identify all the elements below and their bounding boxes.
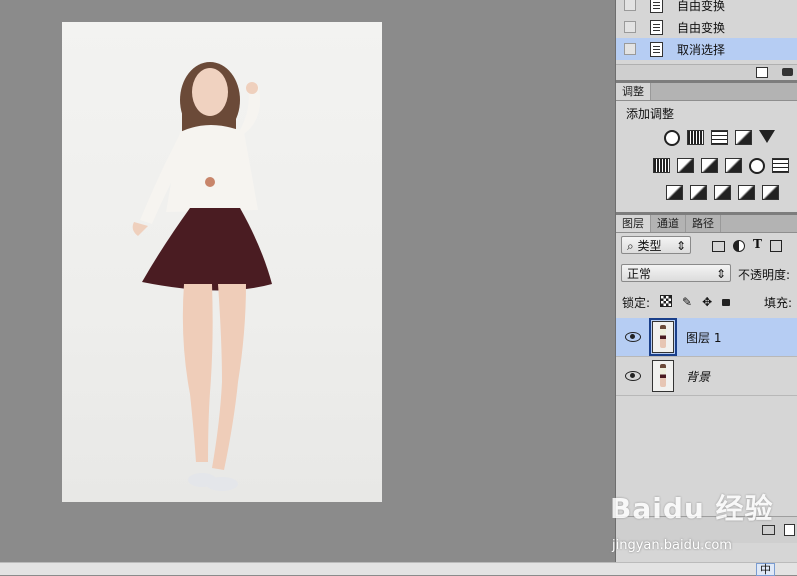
history-state-icon (650, 19, 663, 35)
threshold-icon[interactable] (714, 185, 731, 200)
adjustments-title: 添加调整 (626, 107, 675, 121)
select-arrow-icon: ⇕ (715, 267, 726, 281)
adjustments-row-1 (664, 130, 775, 146)
exposure-icon[interactable] (735, 130, 752, 145)
selective-color-icon[interactable] (762, 185, 779, 200)
layer-row-selected[interactable]: 图层 1 (616, 318, 797, 357)
lock-position-icon[interactable]: ✥ (702, 295, 712, 309)
shape-filter-icon[interactable] (769, 240, 782, 252)
history-item[interactable]: 自由变换 (616, 16, 797, 38)
visibility-eye-icon[interactable] (625, 371, 641, 381)
history-state-icon (650, 41, 663, 57)
opacity-label: 不透明度: (738, 268, 791, 282)
tab-channels[interactable]: 通道 (651, 215, 686, 232)
photo-filter-icon[interactable] (725, 158, 742, 173)
status-bar (0, 562, 797, 575)
new-document-from-state-icon[interactable] (756, 67, 768, 78)
history-item-label: 取消选择 (677, 42, 726, 57)
invert-icon[interactable] (666, 185, 683, 200)
layer-row[interactable]: 背景 (616, 357, 797, 396)
curves-icon[interactable] (711, 130, 728, 145)
baidu-watermark: Baidu 经验 (610, 492, 774, 525)
color-balance-icon[interactable] (677, 158, 694, 173)
history-item-label: 自由变换 (677, 20, 726, 35)
history-snapshot-checkbox[interactable] (624, 0, 636, 11)
history-snapshot-checkbox[interactable] (624, 43, 636, 55)
history-item-label: 自由变换 (677, 0, 726, 13)
layer-name[interactable]: 图层 1 (686, 329, 721, 346)
layer-thumbnail (649, 318, 677, 356)
layer-filter-value: 类型 (637, 239, 662, 253)
layers-tabbar: 图层 通道 路径 (616, 215, 797, 233)
watermark-url: jingyan.baidu.com (612, 538, 732, 553)
new-layer-icon[interactable] (784, 524, 795, 536)
gradient-map-icon[interactable] (738, 185, 755, 200)
select-arrow-icon: ⇕ (675, 239, 686, 253)
history-state-icon (650, 0, 663, 13)
type-filter-icon[interactable]: T (753, 237, 762, 252)
lock-image-pixels-icon[interactable]: ✎ (682, 295, 692, 309)
layer-name[interactable]: 背景 (686, 368, 710, 385)
adjustments-tabbar: 调整 (616, 83, 797, 101)
posterize-icon[interactable] (690, 185, 707, 200)
history-footer (616, 64, 797, 80)
search-icon: ⌕ (627, 239, 638, 253)
ime-indicator[interactable]: 中 (756, 563, 775, 576)
layer-filter-select[interactable]: ⌕ 类型 ⇕ (621, 236, 691, 254)
layer-filter-icons: T (712, 237, 782, 252)
tab-paths[interactable]: 路径 (686, 215, 721, 232)
fill-label: 填充: (764, 296, 793, 310)
lock-all-icon[interactable] (722, 299, 731, 306)
layer-thumbnail (652, 360, 674, 392)
brightness-contrast-icon[interactable] (664, 130, 680, 146)
pixel-filter-icon[interactable] (712, 241, 725, 252)
adjustment-filter-icon[interactable] (733, 240, 745, 252)
color-lookup-icon[interactable] (772, 158, 789, 173)
visibility-eye-icon[interactable] (625, 332, 641, 342)
photo-figure (132, 62, 272, 491)
tab-layers[interactable]: 图层 (616, 215, 651, 232)
history-item[interactable]: 自由变换 (616, 0, 797, 16)
lock-icons: ✎ ✥ (660, 295, 731, 309)
channel-mixer-icon[interactable] (749, 158, 765, 174)
tab-adjustments[interactable]: 调整 (616, 83, 651, 100)
blend-mode-select[interactable]: 正常 ⇕ (621, 264, 731, 282)
black-white-icon[interactable] (701, 158, 718, 173)
history-snapshot-checkbox[interactable] (624, 21, 636, 33)
document-canvas-area[interactable] (0, 0, 615, 574)
levels-icon[interactable] (687, 130, 704, 145)
hue-saturation-icon[interactable] (653, 158, 670, 173)
adjustments-row-2 (653, 158, 789, 174)
blend-mode-value: 正常 (627, 267, 652, 281)
lock-label: 锁定: (622, 296, 651, 310)
adjustments-row-3 (666, 185, 779, 200)
vibrance-icon[interactable] (759, 130, 775, 143)
history-item-selected[interactable]: 取消选择 (616, 38, 797, 60)
lock-transparent-pixels-icon[interactable] (660, 295, 672, 307)
camera-icon[interactable] (782, 68, 793, 76)
canvas-photo[interactable] (62, 22, 382, 502)
